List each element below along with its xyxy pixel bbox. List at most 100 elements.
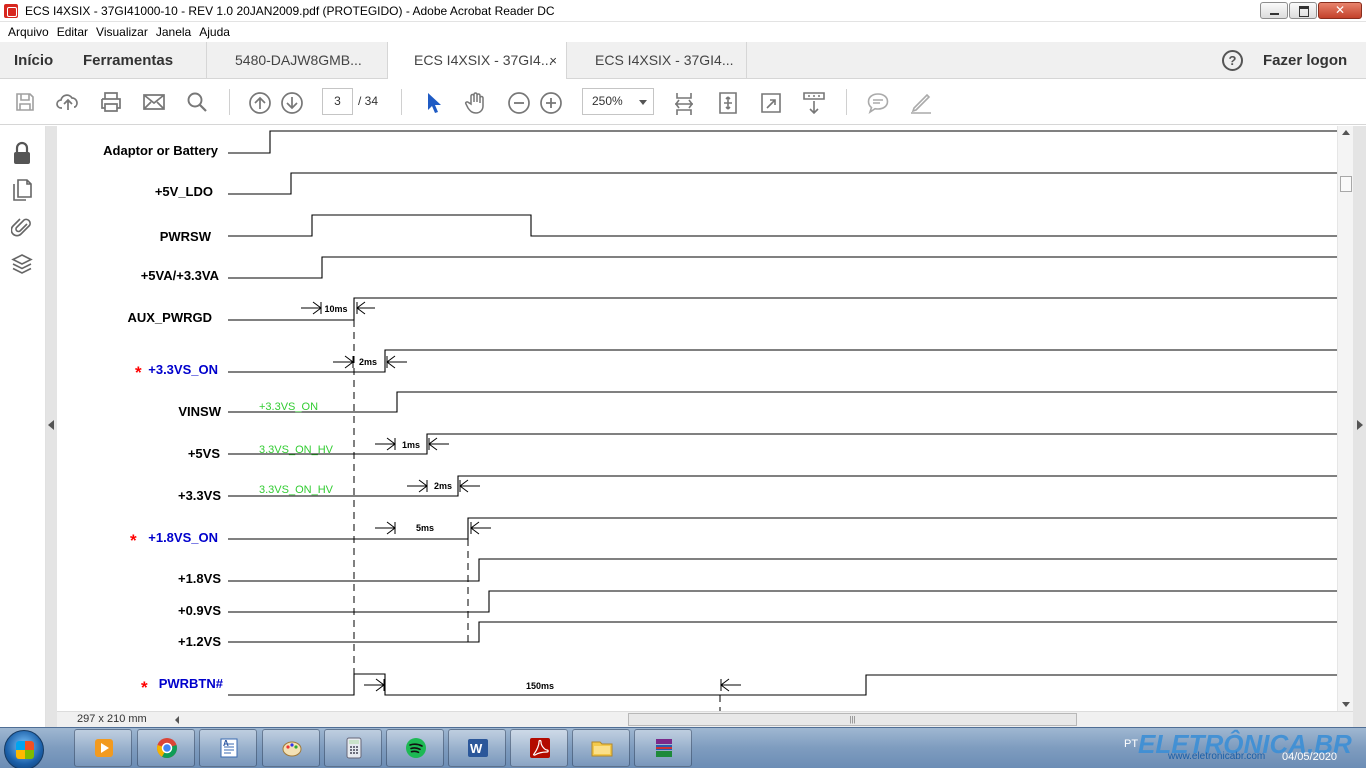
menu-visualizar[interactable]: Visualizar <box>96 25 148 39</box>
lock-icon[interactable] <box>11 141 33 167</box>
delay-label: 5ms <box>416 523 434 533</box>
maximize-button[interactable] <box>1289 2 1317 19</box>
menu-editar[interactable]: Editar <box>57 25 88 39</box>
page-up-icon[interactable] <box>248 91 272 115</box>
tab-document-2[interactable]: ECS I4XSIX - 37GI4... × <box>387 42 566 80</box>
signal-label: Adaptor or Battery <box>103 143 219 158</box>
delay-label: 1ms <box>402 440 420 450</box>
expand-icon[interactable] <box>760 91 782 115</box>
signal-label: PWRBTN# <box>159 676 224 691</box>
scroll-down-icon[interactable] <box>1342 702 1350 707</box>
fit-page-icon[interactable] <box>673 91 695 117</box>
taskbar-winrar[interactable] <box>634 729 692 767</box>
zoom-value: 250% <box>592 94 623 108</box>
vertical-scrollbar[interactable] <box>1337 126 1353 711</box>
left-rail <box>0 126 46 727</box>
signal-label: +1.2VS <box>178 634 221 649</box>
tray-clock[interactable]: 04/05/2020 <box>1282 751 1337 763</box>
trigger-source-label: +3.3VS_ON <box>259 401 318 413</box>
trigger-source-label: 3.3VS_ON_HV <box>259 444 334 456</box>
collapse-left-icon[interactable] <box>48 420 54 430</box>
signal-label: +3.3VS <box>178 488 221 503</box>
taskbar-chrome[interactable] <box>137 729 195 767</box>
menu-ajuda[interactable]: Ajuda <box>199 25 230 39</box>
menu-janela[interactable]: Janela <box>156 25 191 39</box>
title-bar: ECS I4XSIX - 37GI41000-10 - REV 1.0 20JA… <box>0 0 1366 22</box>
taskbar-word[interactable]: W <box>448 729 506 767</box>
signal-label: +5VS <box>188 446 220 461</box>
page-number-input[interactable]: 3 <box>322 88 353 115</box>
help-icon[interactable]: ? <box>1222 50 1243 71</box>
winrar-icon <box>656 739 672 757</box>
search-icon[interactable] <box>185 91 209 113</box>
signal-label: +5VA/+3.3VA <box>141 268 220 283</box>
taskbar-spotify[interactable] <box>386 729 444 767</box>
hand-icon[interactable] <box>464 91 488 115</box>
tab-document-3[interactable]: ECS I4XSIX - 37GI4... <box>566 42 747 79</box>
zoom-select[interactable]: 250% <box>582 88 654 115</box>
layers-icon[interactable] <box>11 252 33 276</box>
taskbar-acrobat[interactable] <box>510 729 568 767</box>
svg-text:W: W <box>470 741 483 756</box>
expand-right-icon[interactable] <box>1357 420 1363 430</box>
tab-document-1[interactable]: 5480-DAJW8GMB... <box>206 42 387 79</box>
word-icon: W <box>468 739 488 757</box>
print-icon[interactable] <box>99 91 123 113</box>
page-down-icon[interactable] <box>280 91 304 115</box>
tab-label: ECS I4XSIX - 37GI4... <box>595 52 734 68</box>
delay-label: 150ms <box>526 681 554 691</box>
login-link[interactable]: Fazer logon <box>1263 42 1347 79</box>
horizontal-scroll-thumb[interactable] <box>628 713 1077 726</box>
sign-icon[interactable] <box>909 91 933 115</box>
signal-label: VINSW <box>178 404 221 419</box>
scroll-mode-icon[interactable] <box>803 91 825 115</box>
save-icon[interactable] <box>14 91 36 113</box>
vertical-scroll-thumb[interactable] <box>1340 176 1352 192</box>
email-icon[interactable] <box>142 91 166 113</box>
taskbar-explorer[interactable] <box>572 729 630 767</box>
signal-label: +1.8VS <box>178 571 221 586</box>
scroll-left-icon[interactable] <box>175 716 179 724</box>
svg-text:A: A <box>223 739 229 748</box>
tab-label: ECS I4XSIX - 37GI4... <box>414 52 553 68</box>
acrobat-app-icon <box>4 3 18 18</box>
upload-icon[interactable] <box>56 91 80 113</box>
spotify-icon <box>406 738 426 758</box>
power-sequence-timing-diagram: Adaptor or Battery +5V_LDO PWRSW +5VA/+3.3V… <box>103 130 1337 711</box>
scroll-up-icon[interactable] <box>1342 130 1350 135</box>
taskbar-wordpad[interactable]: A <box>199 729 257 767</box>
paint-icon <box>282 741 302 757</box>
select-icon[interactable] <box>423 91 443 115</box>
zoom-out-icon[interactable] <box>507 91 531 115</box>
pages-icon[interactable] <box>11 178 33 202</box>
nav-home[interactable]: Início <box>14 42 53 79</box>
delay-label: 2ms <box>359 357 377 367</box>
document-page: Adaptor or Battery +5V_LDO PWRSW +5VA/+3.3V… <box>57 126 1337 711</box>
start-button[interactable] <box>4 730 44 768</box>
minimize-button[interactable] <box>1260 2 1288 19</box>
menu-arquivo[interactable]: Arquivo <box>8 25 49 39</box>
tray-language[interactable]: PT <box>1124 738 1138 750</box>
required-star-marker: * <box>141 678 148 697</box>
delay-label: 10ms <box>324 304 347 314</box>
taskbar-paint[interactable] <box>262 729 320 767</box>
signal-label: AUX_PWRGD <box>127 310 212 325</box>
trigger-source-label: 3.3VS_ON_HV <box>259 484 334 496</box>
comment-icon[interactable] <box>866 91 890 115</box>
zoom-in-icon[interactable] <box>539 91 563 115</box>
watermark-url: www.eletronicabr.com <box>1168 751 1266 762</box>
nav-tools[interactable]: Ferramentas <box>83 42 173 79</box>
close-window-button[interactable] <box>1318 2 1362 19</box>
full-screen-icon[interactable] <box>717 91 739 115</box>
page-total: / 34 <box>358 94 379 108</box>
tab-label: 5480-DAJW8GMB... <box>235 52 362 68</box>
acrobat-window: ECS I4XSIX - 37GI41000-10 - REV 1.0 20JA… <box>0 0 1366 768</box>
tab-close-icon[interactable]: × <box>549 42 557 79</box>
taskbar-media-player[interactable] <box>74 729 132 767</box>
status-bar: 297 x 210 mm <box>57 711 1353 727</box>
attachment-icon[interactable] <box>11 215 33 239</box>
menu-bar: Arquivo Editar Visualizar Janela Ajuda <box>0 22 1366 42</box>
delay-label: 2ms <box>434 481 452 491</box>
taskbar-calculator[interactable] <box>324 729 382 767</box>
calculator-icon <box>346 737 362 759</box>
